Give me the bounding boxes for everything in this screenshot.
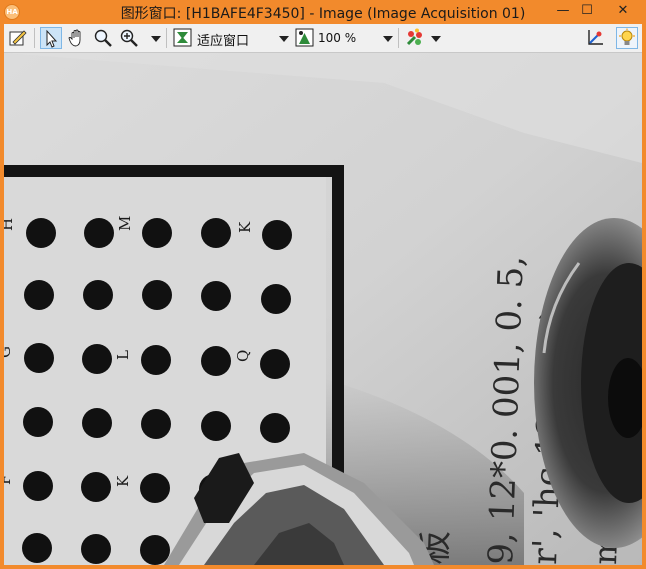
axis-icon[interactable] <box>584 27 606 49</box>
toolbar-separator <box>34 28 35 48</box>
zoom-percent-label[interactable]: 100 % <box>318 31 356 45</box>
grid-letter: Q <box>234 350 252 362</box>
fit-dropdown-arrow[interactable] <box>278 28 289 48</box>
grid-letter: M <box>116 216 134 231</box>
lightbulb-icon[interactable] <box>616 27 638 49</box>
zoom-dropdown-arrow[interactable] <box>150 28 161 48</box>
zoom-in-icon[interactable] <box>118 27 140 49</box>
grid-letter: L <box>114 350 132 360</box>
magnifier-icon[interactable] <box>92 27 114 49</box>
halcon-graphics-window: HA 图形窗口: [H1BAFE4F3450] - Image (Image A… <box>0 0 646 569</box>
pointer-icon[interactable] <box>40 27 62 49</box>
title-bar[interactable]: HA 图形窗口: [H1BAFE4F3450] - Image (Image A… <box>0 0 646 24</box>
grid-letter: F <box>4 475 14 485</box>
image-display[interactable]: H M K G L Q F K 9, 12*0. 001, 0. 5, r', … <box>4 53 642 565</box>
maximize-button[interactable]: ☐ <box>572 0 602 22</box>
grid-letter: K <box>114 475 132 487</box>
camera-image: H M K G L Q F K 9, 12*0. 001, 0. 5, r', … <box>4 53 642 565</box>
fit-window-icon[interactable] <box>172 27 194 49</box>
toolbar-separator <box>398 28 399 48</box>
hand-icon[interactable] <box>66 27 88 49</box>
zoom-percent-icon[interactable] <box>294 27 316 49</box>
fit-window-label[interactable]: 适应窗口 <box>197 30 249 49</box>
color-tool-icon[interactable] <box>404 27 426 49</box>
color-tool-dropdown-arrow[interactable] <box>430 28 441 48</box>
grid-letter: K <box>236 221 254 233</box>
toolbar-separator <box>166 28 167 48</box>
toolbar: 适应窗口 100 % <box>4 24 642 53</box>
grid-letter: G <box>4 346 14 358</box>
close-button[interactable]: ✕ <box>608 0 638 22</box>
grid-letter: H <box>4 218 16 231</box>
edit-icon[interactable] <box>7 27 29 49</box>
zoom-percent-dropdown-arrow[interactable] <box>382 28 393 48</box>
